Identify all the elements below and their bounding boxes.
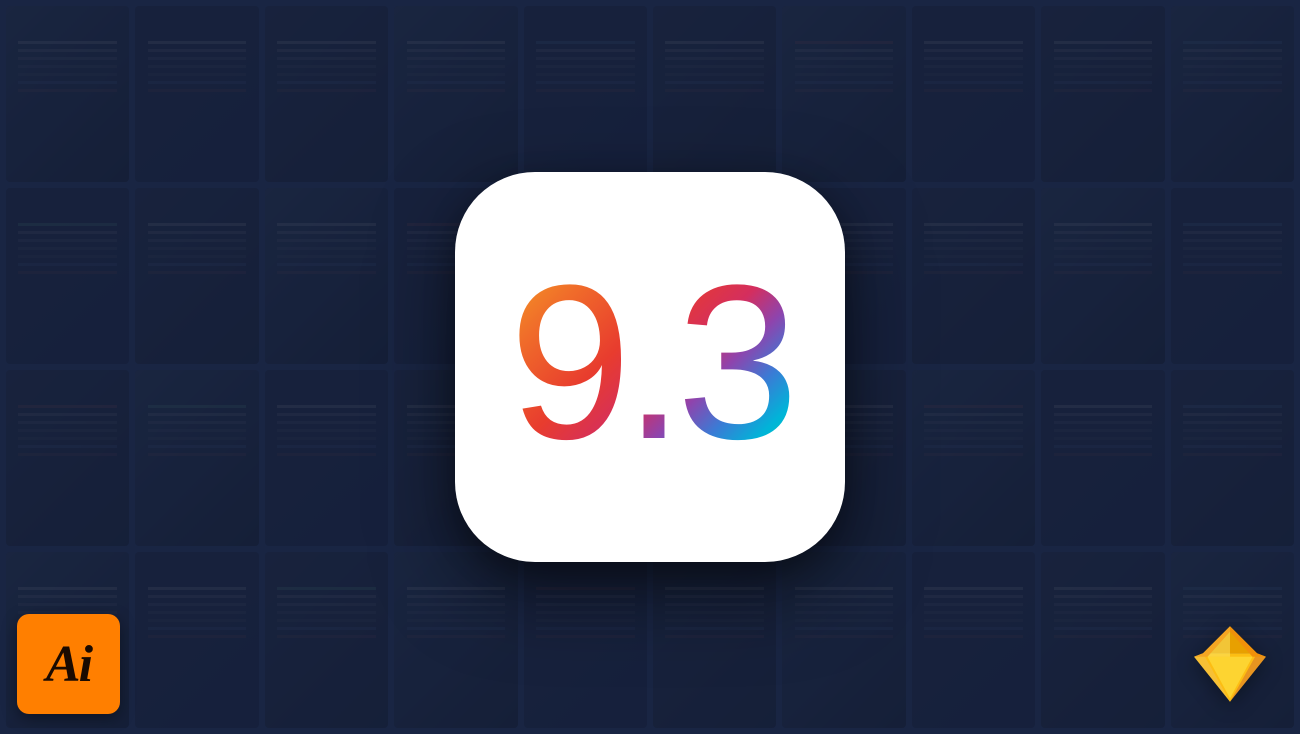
version-number: 9.3: [509, 252, 791, 482]
ai-label: Ai: [46, 635, 91, 694]
sketch-logo: [1185, 619, 1275, 709]
illustrator-badge: Ai: [17, 614, 120, 714]
ios-app-icon: 9.3: [455, 172, 845, 562]
sketch-badge: [1180, 614, 1280, 714]
